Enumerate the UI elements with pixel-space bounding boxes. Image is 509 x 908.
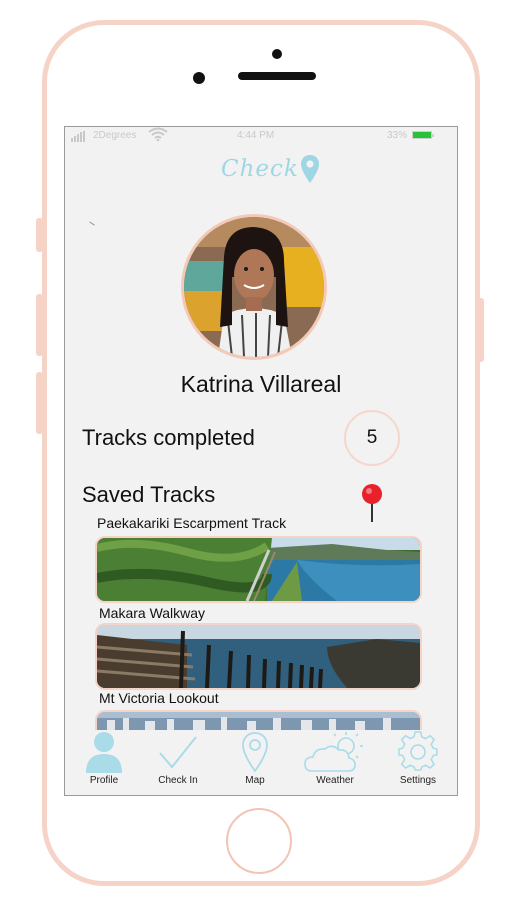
tracks-completed-label: Tracks completed [82,425,255,450]
saved-tracks-heading: Saved Tracks [82,482,216,507]
decorative-mark [89,221,95,226]
checkmark-icon [159,736,197,769]
map-pin-icon [242,732,268,773]
track-name-2: Makara Walkway [99,605,206,621]
phone-volume-down-button [36,372,43,434]
status-time: 4:44 PM [237,130,275,141]
tracks-completed-count: 5 [344,410,400,466]
tab-weather[interactable]: Weather [300,731,370,786]
tab-label-settings: Settings [399,775,437,786]
phone-camera [193,72,205,84]
app-screen: 2Degrees 4:44 PM 33% Check Katrina Villa… [64,126,458,796]
profile-photo [184,217,324,357]
tab-label-check-in: Check In [158,775,198,786]
signal-bars-icon [71,131,85,142]
profile-name: Katrina Villareal [180,371,342,397]
track-photo-1 [97,538,420,601]
tab-label-profile: Profile [89,775,119,786]
track-photo-2 [97,625,420,688]
tab-check-in[interactable]: Check In [143,731,213,786]
track-card-paekakariki[interactable] [95,536,422,603]
tab-map[interactable]: Map [220,731,290,786]
track-photo-3 [97,712,420,730]
phone-speaker [238,72,316,80]
red-map-pin-icon[interactable] [361,483,383,523]
logo-text: Check [221,156,299,182]
battery-icon [412,131,434,139]
person-icon [86,732,122,773]
track-name-3: Mt Victoria Lookout [99,690,219,706]
home-button[interactable] [226,808,292,874]
phone-power-button [477,298,484,362]
tab-label-map: Map [245,775,265,786]
location-pin-icon [300,155,319,183]
status-bar: 2Degrees 4:44 PM 33% [65,127,457,145]
wifi-icon [147,127,169,145]
track-card-mt-victoria[interactable] [95,710,422,730]
cloud-sun-icon [304,732,363,772]
tab-label-weather: Weather [316,775,354,786]
tracks-completed-value: 5 [366,427,378,448]
phone-volume-up-button [36,294,43,356]
tab-profile[interactable]: Profile [69,731,139,786]
app-logo: Check [221,153,320,185]
phone-mute-switch [36,218,43,252]
avatar[interactable] [181,214,327,360]
bottom-tab-bar: Profile Check In Map Weather Settings [65,731,457,795]
track-card-makara[interactable] [95,623,422,690]
tab-settings[interactable]: Settings [383,731,453,786]
track-name-1: Paekakariki Escarpment Track [97,515,287,531]
battery-percent: 33% [387,130,408,141]
phone-sensor [272,49,282,59]
gear-icon [398,731,438,771]
carrier-name: 2Degrees [93,130,137,141]
